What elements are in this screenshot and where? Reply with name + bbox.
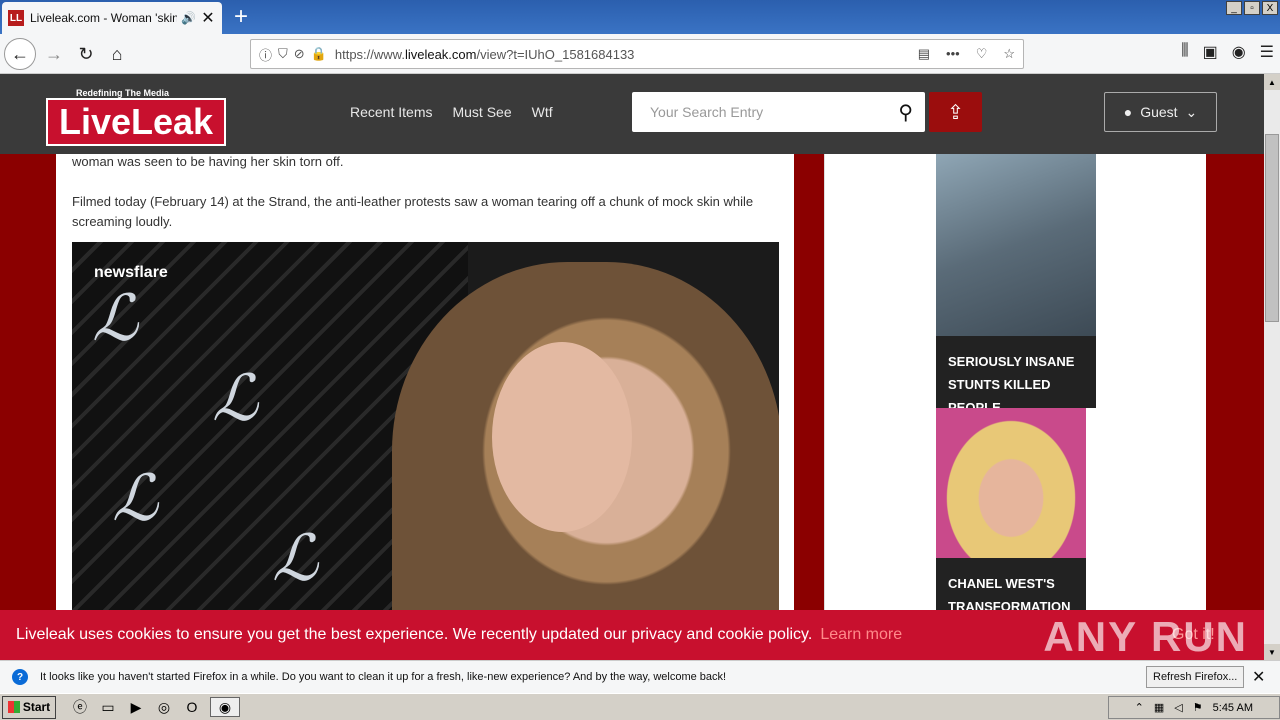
page-actions-icon[interactable]: ••• <box>946 46 960 62</box>
nav-wtf[interactable]: Wtf <box>532 104 553 120</box>
scroll-up-icon[interactable]: ▲ <box>1264 74 1280 90</box>
notification-message: It looks like you haven't started Firefo… <box>40 671 727 683</box>
browser-tab[interactable]: LL Liveleak.com - Woman 'skinned 🔊 ✕ <box>2 2 222 34</box>
user-menu-button[interactable]: ● Guest ⌄ <box>1104 92 1217 132</box>
restore-button[interactable]: ▫ <box>1244 1 1260 15</box>
pocket-icon[interactable]: ♡ <box>976 46 988 62</box>
reader-view-icon[interactable]: ▤ <box>918 46 930 62</box>
backdrop-pattern: ℒ <box>112 462 159 536</box>
video-player[interactable]: ℒ ℒ ℒ ℒ newsflare <box>72 242 779 660</box>
anyrun-watermark: ANY RUN <box>1043 613 1248 660</box>
logo-text: LiveLeak <box>46 98 226 146</box>
upload-button[interactable]: ⇪ <box>929 92 982 132</box>
firefox-taskbar-icon[interactable]: ◉ <box>210 697 240 717</box>
sidebar-thumbnail[interactable] <box>936 408 1086 558</box>
flag-icon[interactable]: ⚑ <box>1193 701 1203 714</box>
folder-icon[interactable]: ▭ <box>98 697 118 717</box>
learn-more-link[interactable]: Learn more <box>820 626 902 644</box>
vertical-scrollbar[interactable]: ▲ ▼ <box>1264 74 1280 660</box>
account-icon[interactable]: ◉ <box>1232 42 1246 62</box>
scroll-down-icon[interactable]: ▼ <box>1264 644 1280 660</box>
new-tab-button[interactable]: + <box>228 3 254 30</box>
search-input[interactable] <box>650 104 899 120</box>
minimize-button[interactable]: _ <box>1226 1 1242 15</box>
close-icon[interactable]: ✕ <box>1252 667 1265 687</box>
info-icon: ? <box>12 669 28 685</box>
article-body: woman was seen to be having her skin tor… <box>56 154 794 660</box>
tab-close-icon[interactable]: ✕ <box>200 8 216 28</box>
tab-title: Liveleak.com - Woman 'skinned <box>30 11 178 25</box>
cookie-message: Liveleak uses cookies to ensure you get … <box>16 626 813 643</box>
chrome-icon[interactable]: ◎ <box>154 697 174 717</box>
backdrop-pattern: ℒ <box>212 362 259 436</box>
refresh-firefox-button[interactable]: Refresh Firefox... <box>1146 666 1245 688</box>
tray-arrow-icon[interactable]: ⌃ <box>1135 701 1144 714</box>
chevron-down-icon: ⌄ <box>1185 103 1198 120</box>
user-icon: ● <box>1123 104 1133 120</box>
tab-bar: LL Liveleak.com - Woman 'skinned 🔊 ✕ + _… <box>0 0 1280 34</box>
library-icon[interactable]: ⫼ <box>1181 42 1188 62</box>
menu-icon[interactable]: ☰ <box>1260 42 1274 62</box>
logo-tagline: Redefining The Media <box>76 88 170 98</box>
volume-icon[interactable]: ◁ <box>1174 701 1182 714</box>
site-header: Redefining The Media LiveLeak Recent Ite… <box>0 74 1264 154</box>
nav-recent-items[interactable]: Recent Items <box>350 104 432 120</box>
sidebar-thumbnail[interactable] <box>936 154 1096 336</box>
liveleak-logo[interactable]: Redefining The Media LiveLeak <box>46 86 228 148</box>
upload-icon: ⇪ <box>947 101 964 124</box>
url-prefix: https://www. <box>334 46 405 62</box>
url-text[interactable]: https://www.liveleak.com/view?t=IUhO_158… <box>335 47 918 62</box>
clock: 5:45 AM <box>1212 701 1253 714</box>
windows-logo-icon <box>7 701 20 713</box>
network-icon[interactable]: ▦ <box>1154 701 1164 714</box>
opera-icon[interactable]: O <box>182 697 202 717</box>
liveleak-favicon-icon: LL <box>8 10 24 26</box>
start-label: Start <box>22 700 51 714</box>
video-subject-face <box>492 342 632 532</box>
sidebar-caption[interactable]: SERIOUSLY INSANE STUNTS KILLED PEOPLE <box>936 336 1096 415</box>
bookmark-star-icon[interactable]: ☆ <box>1003 46 1015 62</box>
sidebar: SERIOUSLY INSANE STUNTS KILLED PEOPLE CH… <box>824 154 1206 660</box>
url-domain: liveleak.com <box>404 46 477 62</box>
video-watermark: newsflare <box>94 264 168 281</box>
site-search: ⚲ <box>632 92 925 132</box>
media-player-icon[interactable]: ▶ <box>126 697 146 717</box>
back-button[interactable]: ← <box>4 38 36 70</box>
user-label: Guest <box>1140 104 1178 120</box>
scroll-thumb[interactable] <box>1265 134 1279 322</box>
notification-bar: ? It looks like you haven't started Fire… <box>0 660 1280 693</box>
lock-icon[interactable]: 🔒 <box>311 46 327 62</box>
url-actions: ▤ ••• ♡ ☆ <box>918 46 1015 62</box>
backdrop-pattern: ℒ <box>272 522 319 596</box>
info-icon[interactable]: ⓘ <box>259 45 272 64</box>
forward-button[interactable]: → <box>38 38 70 70</box>
site-nav: Recent Items Must See Wtf <box>350 104 553 120</box>
page-content: Redefining The Media LiveLeak Recent Ite… <box>0 74 1264 660</box>
quick-launch: ⓔ ▭ ▶ ◎ O ◉ <box>70 697 240 717</box>
url-bar[interactable]: ⓘ ⛉ ⊘ 🔒 https://www.liveleak.com/view?t=… <box>250 39 1024 69</box>
search-icon[interactable]: ⚲ <box>898 100 913 125</box>
home-button[interactable]: ⌂ <box>101 38 133 70</box>
system-tray: ⌃ ▦ ◁ ⚑ 5:45 AM <box>1108 696 1280 719</box>
backdrop-pattern: ℒ <box>92 282 139 356</box>
window-controls: _ ▫ X <box>1226 1 1278 15</box>
tracking-shield-icon[interactable]: ⛉ <box>278 46 288 62</box>
sidebar-icon[interactable]: ▣ <box>1203 42 1218 62</box>
reload-button[interactable]: ↻ <box>70 38 102 70</box>
taskbar: Start ⓔ ▭ ▶ ◎ O ◉ ⌃ ▦ ◁ ⚑ 5:45 AM <box>0 693 1280 720</box>
url-path: /view?t=IUhO_1581684133 <box>476 46 635 62</box>
article-paragraph: Filmed today (February 14) at the Strand… <box>72 194 754 229</box>
audio-playing-icon[interactable]: 🔊 <box>181 11 196 25</box>
close-window-button[interactable]: X <box>1262 1 1278 15</box>
autoplay-blocked-icon[interactable]: ⊘ <box>294 46 305 62</box>
navigation-toolbar: ← → ↻ ⌂ ⓘ ⛉ ⊘ 🔒 https://www.liveleak.com… <box>0 34 1280 74</box>
start-button[interactable]: Start <box>2 695 56 719</box>
article-paragraph: woman was seen to be having her skin tor… <box>72 154 344 169</box>
toolbar-right: ⫼ ▣ ◉ ☰ <box>1181 42 1274 62</box>
nav-must-see[interactable]: Must See <box>452 104 511 120</box>
ie-icon[interactable]: ⓔ <box>70 697 90 717</box>
